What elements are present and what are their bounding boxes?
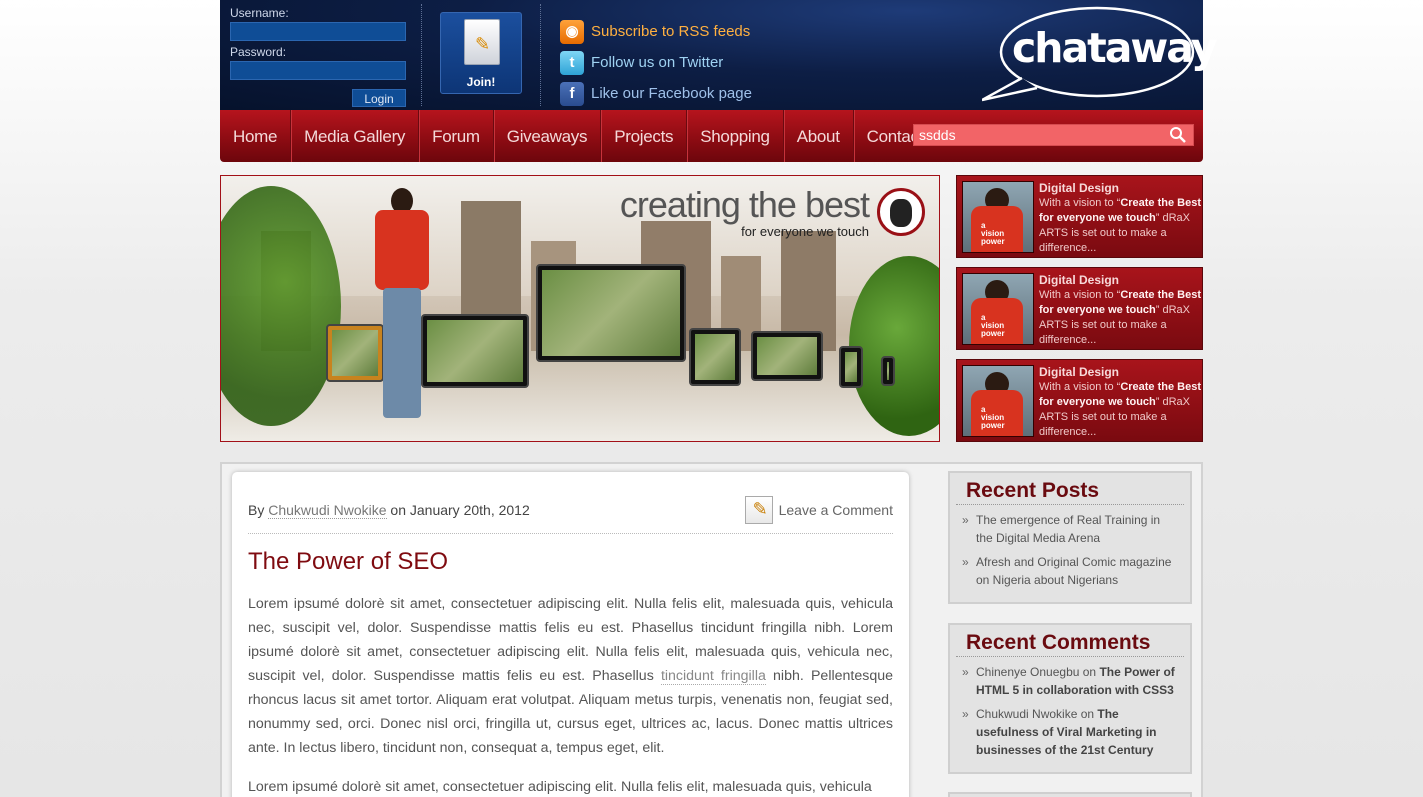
inline-link[interactable]: tincidunt fringilla (660, 668, 766, 685)
nav-item-home[interactable]: Home (220, 110, 292, 162)
banner-headline: creating the best (619, 184, 870, 225)
leave-comment-link[interactable]: Leave a Comment (744, 496, 893, 524)
site-logo[interactable]: chataway (981, 6, 1217, 102)
login-button[interactable]: Login (352, 89, 406, 107)
recent-comment-item[interactable]: Chinenye Onuegbu on The Power of HTML 5 … (960, 663, 1180, 699)
nav-item-shopping[interactable]: Shopping (687, 110, 784, 162)
twitter-link[interactable]: t Follow us on Twitter (560, 47, 752, 78)
feature-thumbnail: a vision power (962, 365, 1034, 437)
post-meta: By Chukwudi Nwokike on January 20th, 201… (248, 502, 530, 519)
join-button[interactable]: Join! (440, 12, 522, 94)
nav-item-about[interactable]: About (784, 110, 854, 162)
post-paragraph: Lorem ipsumé dolorè sit amet, consectetu… (248, 596, 893, 756)
username-label: Username: (230, 6, 289, 20)
feature-description: With a vision to “Create the Best for ev… (1039, 197, 1202, 254)
join-label: Join! (466, 75, 496, 89)
next-widget (948, 792, 1192, 797)
banner-subline: for everyone we touch (741, 224, 869, 239)
logo-text: chataway (1012, 24, 1217, 72)
blog-post: By Chukwudi Nwokike on January 20th, 201… (232, 472, 909, 797)
recent-post-link[interactable]: The emergence of Real Training in the Di… (960, 511, 1180, 547)
person-figure (371, 188, 431, 438)
feature-thumbnail: a vision power (962, 181, 1034, 253)
document-pen-icon (464, 19, 500, 65)
post-divider (248, 533, 893, 534)
header-divider (540, 4, 541, 106)
recent-post-link[interactable]: Afresh and Original Comic magazine on Ni… (960, 553, 1180, 589)
laptop-device (751, 331, 823, 381)
post-by: By (248, 502, 265, 518)
tablet-device (421, 314, 529, 388)
search-icon[interactable] (1169, 126, 1187, 144)
header-divider (421, 4, 422, 106)
facebook-link[interactable]: f Like our Facebook page (560, 78, 752, 109)
password-label: Password: (230, 45, 287, 59)
rss-icon: ◉ (560, 19, 584, 44)
feature-description: With a vision to “Create the Best for ev… (1039, 381, 1202, 438)
recent-comments-widget: Recent Comments Chinenye Onuegbu on The … (948, 623, 1192, 774)
feature-title: Digital Design (1039, 273, 1120, 287)
twitter-icon: t (560, 50, 584, 75)
post-paragraph: Lorem ipsumé dolorè sit amet, consectetu… (248, 779, 872, 795)
feature-title: Digital Design (1039, 181, 1120, 195)
nav-item-giveaways[interactable]: Giveaways (494, 110, 602, 162)
rss-link[interactable]: ◉ Subscribe to RSS feeds (560, 16, 752, 47)
leave-comment-label: Leave a Comment (778, 502, 893, 518)
login-form: Username: Password: Login (230, 6, 408, 107)
search-input[interactable] (914, 125, 1164, 145)
hero-banner[interactable]: creating the best for everyone we touch (220, 175, 940, 442)
post-body: Lorem ipsumé dolorè sit amet, consectetu… (248, 592, 893, 797)
search-box (913, 124, 1194, 146)
widget-title: Recent Posts (956, 473, 1184, 505)
facebook-link-label: Like our Facebook page (591, 85, 752, 102)
recent-posts-widget: Recent Posts The emergence of Real Train… (948, 471, 1192, 604)
social-links: ◉ Subscribe to RSS feeds t Follow us on … (560, 16, 752, 109)
post-date: on January 20th, 2012 (390, 502, 530, 518)
phone-device (881, 356, 895, 386)
nav-item-projects[interactable]: Projects (601, 110, 688, 162)
post-author-link[interactable]: Chukwudi Nwokike (268, 502, 387, 519)
nav-item-media-gallery[interactable]: Media Gallery (291, 110, 420, 162)
recent-comment-item[interactable]: Chukwudi Nwokike on The usefulness of Vi… (960, 705, 1180, 759)
nav-item-forum[interactable]: Forum (419, 110, 494, 162)
feature-card[interactable]: a vision power Digital Design With a visio… (956, 267, 1203, 350)
phone-device (839, 346, 863, 388)
twitter-link-label: Follow us on Twitter (591, 54, 724, 71)
feature-description: With a vision to “Create the Best for ev… (1039, 289, 1202, 346)
site-header: Username: Password: Login Join! ◉ Subscr… (220, 0, 1217, 110)
monitor-device (536, 264, 686, 362)
notepad-icon (744, 496, 773, 524)
feature-title: Digital Design (1039, 365, 1120, 379)
username-input[interactable] (230, 22, 406, 41)
post-title[interactable]: The Power of SEO (248, 548, 448, 576)
feature-card[interactable]: a vision power Digital Design With a visio… (956, 359, 1203, 442)
feature-card[interactable]: a vision power Digital Design With a visio… (956, 175, 1203, 258)
feature-thumbnail: a vision power (962, 273, 1034, 345)
rss-link-label: Subscribe to RSS feeds (591, 23, 751, 40)
password-input[interactable] (230, 61, 406, 80)
tablet-device (689, 328, 741, 386)
mascot-icon (877, 188, 925, 236)
main-nav: Home Media Gallery Forum Giveaways Proje… (220, 110, 1203, 162)
widget-title: Recent Comments (956, 625, 1184, 657)
facebook-icon: f (560, 81, 584, 106)
